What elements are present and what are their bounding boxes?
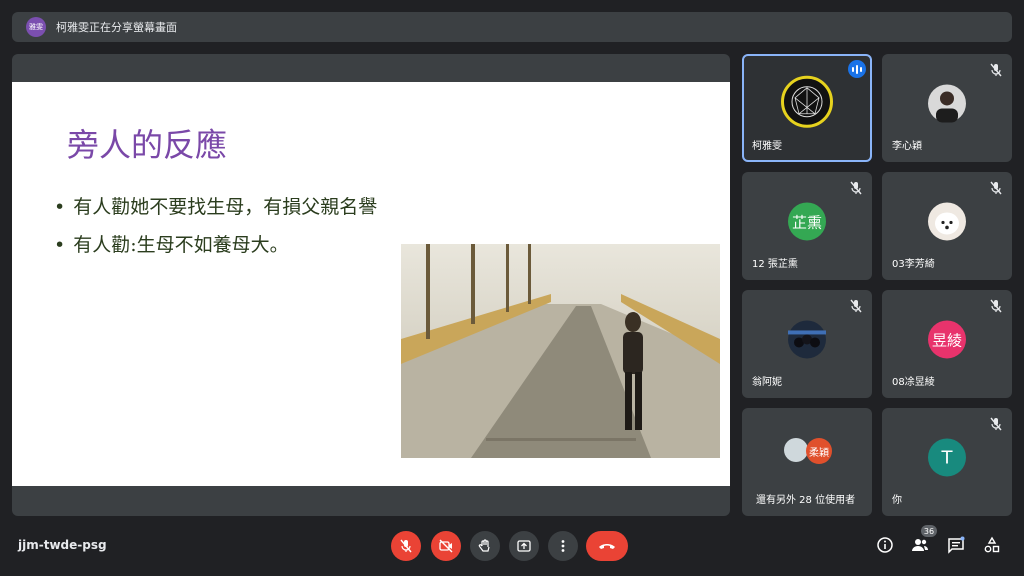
- presenting-title: 柯雅雯正在分享螢幕畫面: [56, 21, 177, 34]
- avatar: [781, 75, 833, 128]
- mic-off-icon: [990, 299, 1002, 313]
- avatar: 芷熏: [788, 202, 826, 241]
- avatar: 昱綾: [928, 320, 966, 359]
- participant-tile-1[interactable]: 柯雅雯: [742, 54, 872, 162]
- participant-tile-6[interactable]: 昱綾 08凃昱綾: [882, 290, 1012, 398]
- chat-button[interactable]: [946, 535, 966, 555]
- hang-up-icon: [599, 544, 615, 549]
- mic-toggle-button[interactable]: [391, 531, 421, 561]
- activities-icon: [984, 536, 1000, 553]
- presenting-banner: 雅雯 柯雅雯正在分享螢幕畫面: [12, 12, 1012, 42]
- self-tile[interactable]: T 你: [882, 408, 1012, 516]
- presenter-avatar: 雅雯: [26, 17, 46, 37]
- chat-icon: [948, 536, 965, 554]
- present-screen-icon: [517, 540, 531, 552]
- participant-name: 03李芳綺: [892, 259, 935, 270]
- hand-icon: [478, 539, 490, 552]
- camera-toggle-button[interactable]: [431, 531, 461, 561]
- slide-title: 旁人的反應: [67, 126, 228, 164]
- others-tile[interactable]: 柔穎 還有另外 28 位使用者: [742, 408, 872, 516]
- meeting-info-button[interactable]: [875, 535, 895, 555]
- avatar: [928, 84, 966, 123]
- slide-photo: [401, 244, 720, 458]
- participant-name: 李心穎: [892, 141, 922, 152]
- presentation-slide: 旁人的反應 有人勸她不要找生母，有損父親名譽 有人勸:生母不如養母大。: [12, 82, 730, 486]
- avatar: [788, 320, 826, 359]
- others-count-label: 還有另外 28 位使用者: [756, 495, 856, 506]
- participant-tile-4[interactable]: 03李芳綺: [882, 172, 1012, 280]
- participant-name: 柯雅雯: [752, 141, 782, 152]
- participant-tile-5[interactable]: 翁阿妮: [742, 290, 872, 398]
- participant-name: 12 張芷熏: [752, 259, 798, 270]
- leave-call-button[interactable]: [586, 531, 628, 561]
- slide-bullet-2: 有人勸:生母不如養母大。: [54, 230, 288, 257]
- camera-off-icon: [439, 539, 453, 553]
- mic-off-icon: [990, 63, 1002, 77]
- participant-count-badge: 36: [921, 525, 937, 537]
- slide-bullet-1: 有人勸她不要找生母，有損父親名譽: [54, 192, 377, 219]
- participant-tile-3[interactable]: 芷熏 12 張芷熏: [742, 172, 872, 280]
- meeting-code: jjm-twde-psg: [18, 538, 107, 552]
- avatar: [784, 438, 808, 462]
- more-vert-icon: [561, 540, 565, 552]
- people-button[interactable]: [910, 535, 930, 555]
- avatar: [928, 202, 966, 241]
- shared-screen[interactable]: 旁人的反應 有人勸她不要找生母，有損父親名譽 有人勸:生母不如養母大。: [12, 54, 730, 516]
- mic-off-icon: [850, 299, 862, 313]
- activities-button[interactable]: [982, 535, 1002, 555]
- speaking-indicator-icon: [848, 60, 866, 78]
- participant-name: 翁阿妮: [752, 377, 782, 388]
- raise-hand-button[interactable]: [470, 531, 500, 561]
- info-icon: [877, 537, 893, 553]
- mic-off-icon: [990, 181, 1002, 195]
- mic-off-icon: [400, 539, 412, 553]
- participant-name: 08凃昱綾: [892, 377, 935, 388]
- present-button[interactable]: [509, 531, 539, 561]
- mic-off-icon: [850, 181, 862, 195]
- participant-name: 你: [892, 495, 902, 506]
- avatar: T: [928, 438, 966, 477]
- more-options-button[interactable]: [548, 531, 578, 561]
- avatar: 柔穎: [806, 438, 832, 464]
- mic-off-icon: [990, 417, 1002, 431]
- participant-tile-2[interactable]: 李心穎: [882, 54, 1012, 162]
- people-icon: [912, 539, 928, 551]
